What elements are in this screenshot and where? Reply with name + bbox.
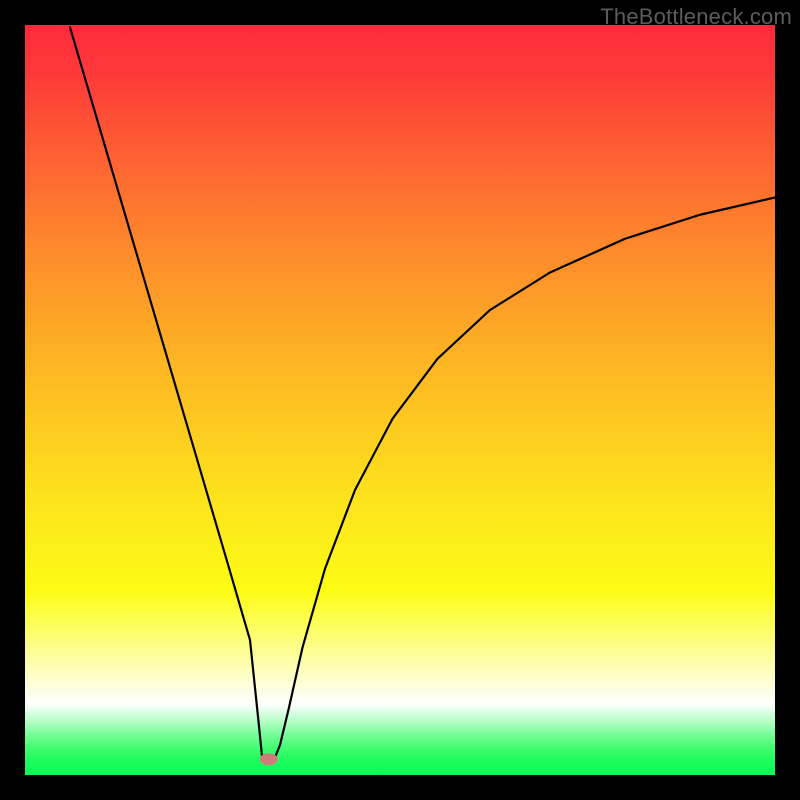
- plot-area: [25, 25, 775, 775]
- curve-line: [70, 27, 775, 759]
- chart-svg: [25, 25, 775, 775]
- minimum-marker: [260, 753, 278, 765]
- watermark-text: TheBottleneck.com: [600, 4, 792, 30]
- chart-frame: TheBottleneck.com: [0, 0, 800, 800]
